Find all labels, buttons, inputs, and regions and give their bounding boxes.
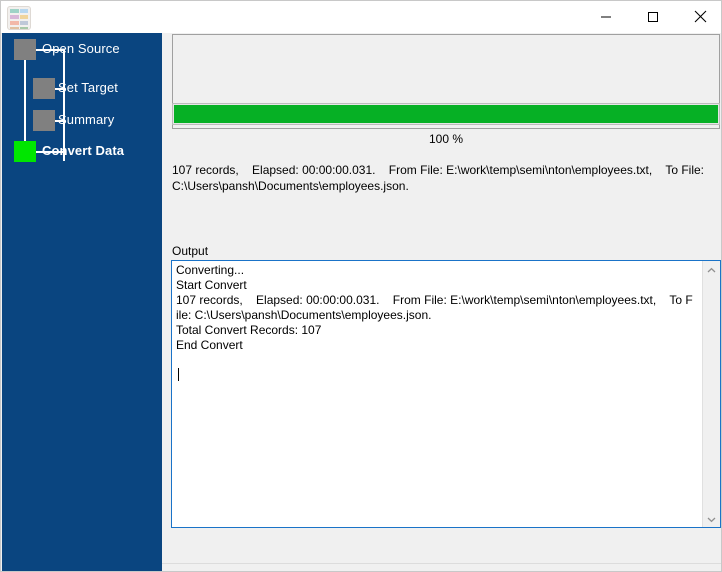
sidebar-step-label-open-source: Open Source <box>42 41 120 56</box>
output-label: Output <box>172 244 209 258</box>
status-summary-text: 107 records, Elapsed: 00:00:00.031. From… <box>172 163 708 193</box>
wizard-sidebar: Open Source Set Target Summary Convert D… <box>2 33 162 571</box>
sidebar-step-summary[interactable]: Summary <box>2 110 162 136</box>
progress-percent-label: 100 % <box>428 132 464 146</box>
step-node-open-source <box>14 39 36 60</box>
application-window: Open Source Set Target Summary Convert D… <box>0 0 722 572</box>
minimize-button[interactable] <box>583 1 629 32</box>
sidebar-step-label-convert-data: Convert Data <box>42 143 125 158</box>
app-icon <box>7 6 31 30</box>
text-caret <box>178 368 179 381</box>
output-scrollbar[interactable] <box>702 261 720 527</box>
chevron-down-icon <box>707 512 716 526</box>
close-window-button[interactable] <box>677 1 721 32</box>
progress-bar <box>172 103 720 125</box>
title-bar <box>1 1 721 34</box>
step-node-set-target <box>33 78 55 99</box>
minimize-icon <box>583 11 629 23</box>
maximize-button[interactable] <box>630 1 676 32</box>
chevron-up-icon <box>707 263 716 277</box>
close-icon <box>677 10 721 23</box>
output-textarea[interactable]: Converting... Start Convert 107 records,… <box>171 260 721 528</box>
step-node-convert-data <box>14 141 36 162</box>
main-panel: 100 % 107 records, Elapsed: 00:00:00.031… <box>162 33 721 571</box>
sidebar-step-label-summary: Summary <box>58 112 115 127</box>
sidebar-step-open-source[interactable]: Open Source <box>2 33 162 65</box>
scroll-up-button[interactable] <box>703 261 720 278</box>
sidebar-step-label-set-target: Set Target <box>58 80 119 95</box>
status-strip <box>162 563 721 571</box>
step-node-summary <box>33 110 55 131</box>
sidebar-step-convert-data[interactable]: Convert Data <box>2 141 162 167</box>
progress-bar-fill <box>174 105 718 123</box>
scroll-down-button[interactable] <box>703 510 720 527</box>
maximize-icon <box>630 11 676 23</box>
sidebar-step-set-target[interactable]: Set Target <box>2 78 162 104</box>
output-text-content: Converting... Start Convert 107 records,… <box>176 263 693 352</box>
